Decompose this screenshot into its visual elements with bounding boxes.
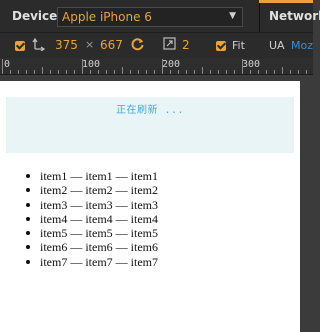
dropdown-arrow-icon: ▼ xyxy=(229,11,236,21)
device-select[interactable]: Apple iPhone 6 ▼ xyxy=(57,7,243,27)
resolution-checkbox[interactable] xyxy=(15,41,25,51)
ruler-tick xyxy=(178,70,179,74)
ruler-tick xyxy=(2,59,3,74)
ruler-tick xyxy=(90,70,91,74)
ruler-tick xyxy=(114,70,115,74)
ruler-tick xyxy=(138,70,139,74)
ruler-tick xyxy=(130,70,131,74)
ruler-label-200: 200 xyxy=(162,59,181,70)
ruler-tick xyxy=(50,70,51,74)
ruler-tick xyxy=(266,70,267,74)
width-value[interactable]: 375 xyxy=(55,38,78,52)
height-value[interactable]: 667 xyxy=(100,38,123,52)
ruler-tick xyxy=(26,70,27,74)
ruler-tick xyxy=(218,70,219,74)
ruler-tick xyxy=(10,70,11,74)
ruler-tick xyxy=(210,70,211,74)
toolbar-divider xyxy=(259,0,260,32)
list-item: item6 — item6 — item6 xyxy=(26,240,158,255)
network-tab[interactable]: Network xyxy=(269,9,320,23)
ruler-tick xyxy=(242,59,243,74)
list-item: item5 — item5 — item5 xyxy=(26,226,158,241)
ruler-tick xyxy=(250,70,251,74)
ruler-tick xyxy=(170,70,171,74)
ruler-tick xyxy=(82,59,83,74)
ruler-tick xyxy=(234,70,235,74)
ruler-tick xyxy=(106,70,107,74)
ruler-tick xyxy=(306,70,307,74)
list-item: item1 — item1 — item1 xyxy=(26,169,158,183)
zoom-icon xyxy=(163,37,176,53)
device-viewport[interactable]: 正在刷新 ... item1 — item1 — item1 item2 — i… xyxy=(0,81,300,332)
ruler-tick xyxy=(122,67,123,74)
ruler-tick xyxy=(258,70,259,74)
device-select-value: Apple iPhone 6 xyxy=(62,10,152,24)
pull-refresh-area: 正在刷新 ... xyxy=(6,97,294,153)
ruler-tick xyxy=(34,70,35,74)
list-item: item3 — item3 — item3 xyxy=(26,197,158,212)
zoom-value[interactable]: 2 xyxy=(182,38,190,52)
list-item: item2 — item2 — item2 xyxy=(26,183,158,198)
list-item: item7 — item7 — item7 xyxy=(26,254,158,269)
fit-checkbox[interactable] xyxy=(216,41,226,51)
ruler-tick xyxy=(42,67,43,74)
times-symbol: × xyxy=(85,38,95,51)
resize-arrows-icon xyxy=(32,37,46,54)
ruler-tick xyxy=(186,70,187,74)
list-item: item4 — item4 — item4 xyxy=(26,211,158,226)
swap-dimensions-icon[interactable] xyxy=(131,37,145,54)
ruler-tick xyxy=(202,67,203,74)
ruler-tick xyxy=(226,70,227,74)
ruler-tick xyxy=(98,70,99,74)
ruler-tick xyxy=(154,70,155,74)
ruler-tick xyxy=(146,70,147,74)
ruler-tick xyxy=(58,70,59,74)
ruler-tick xyxy=(290,70,291,74)
emulation-controls: 375 × 667 2 Fit UA Moz xyxy=(0,33,313,58)
device-label: Device xyxy=(12,9,58,23)
ruler-tick xyxy=(282,67,283,74)
refresh-status-text: 正在刷新 ... xyxy=(115,105,185,116)
ruler-label-300: 300 xyxy=(242,59,261,70)
ruler-tick xyxy=(194,70,195,74)
ruler-label-0: 0 xyxy=(4,59,11,70)
ruler-tick xyxy=(162,59,163,74)
ruler-tick xyxy=(18,70,19,74)
ua-value[interactable]: Moz xyxy=(291,39,313,52)
ua-label: UA xyxy=(269,39,285,52)
device-toolbar: Device Apple iPhone 6 ▼ Network xyxy=(0,0,320,33)
ruler-tick xyxy=(66,70,67,74)
ruler-tick xyxy=(298,70,299,74)
ruler-tick xyxy=(274,70,275,74)
emulation-stage: 正在刷新 ... item1 — item1 — item1 item2 — i… xyxy=(0,75,313,332)
ruler-tick xyxy=(74,70,75,74)
ruler-label-100: 100 xyxy=(82,59,101,70)
fit-label: Fit xyxy=(232,39,245,52)
horizontal-ruler: 0 100 200 300 xyxy=(0,58,313,75)
active-tab-indicator xyxy=(259,0,313,3)
item-list: item1 — item1 — item1 item2 — item2 — it… xyxy=(26,169,158,269)
